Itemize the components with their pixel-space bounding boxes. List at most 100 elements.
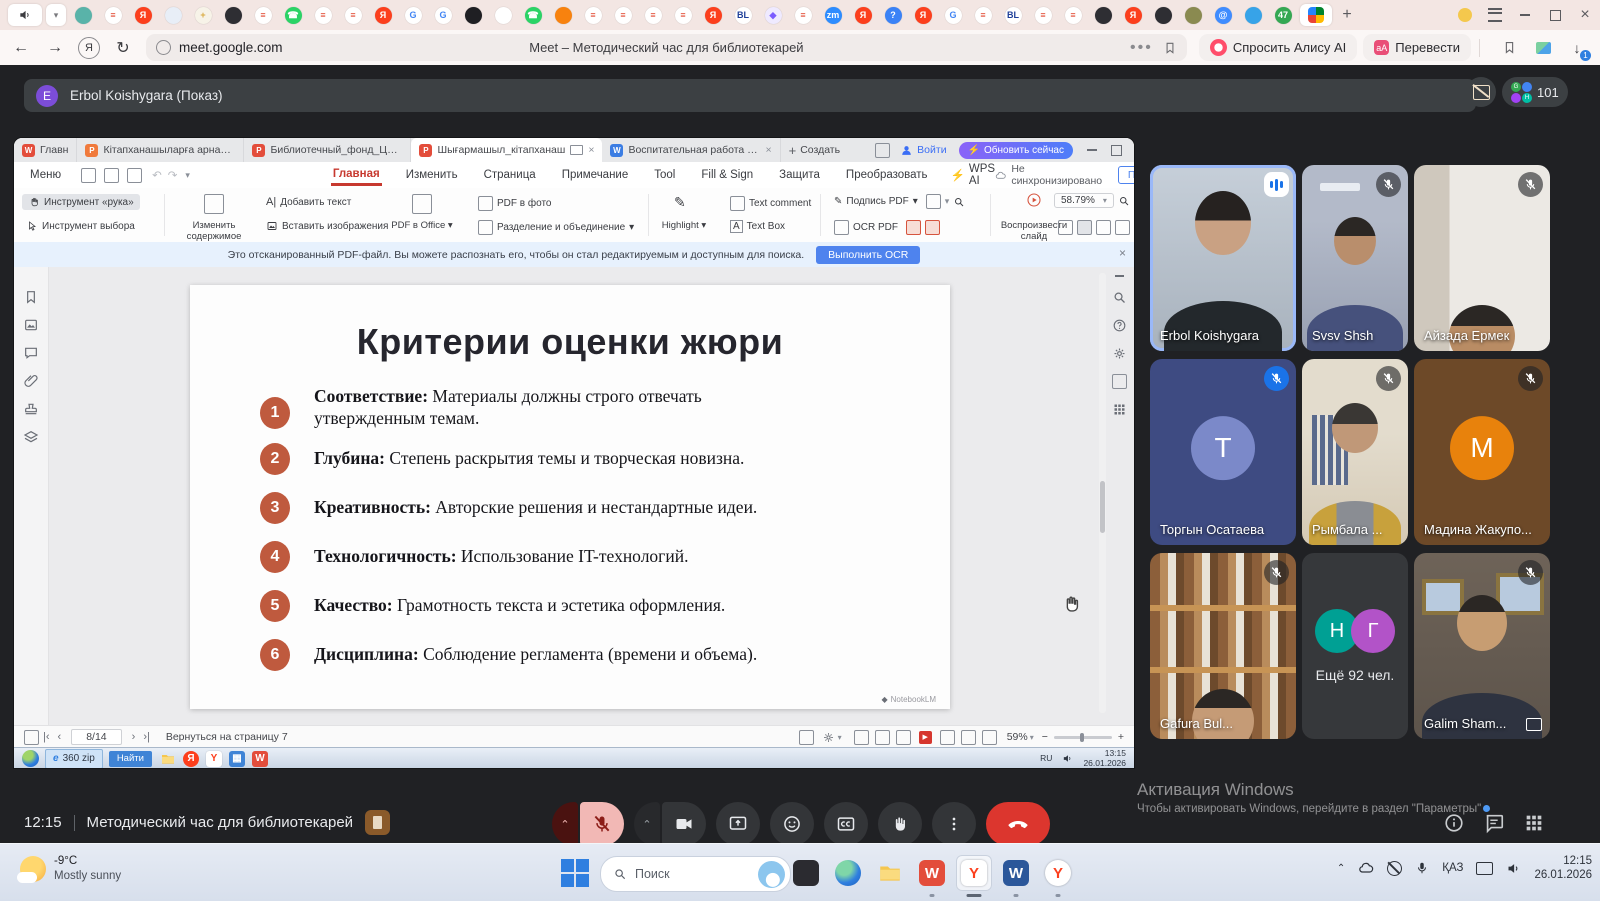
browser-tab[interactable]: ≡ (640, 4, 666, 26)
leave-call-button[interactable] (986, 802, 1050, 846)
browser-tab[interactable]: zm (820, 4, 846, 26)
doc-tab[interactable]: W Воспитательная работа (1) (1).d × (602, 138, 780, 162)
browser-tab[interactable]: Я (130, 4, 156, 26)
browser-tab[interactable] (1240, 4, 1266, 26)
sign-pdf-button[interactable]: ✎Подпись PDF ▾ (830, 194, 922, 209)
next-page-button[interactable]: › (132, 731, 136, 743)
file-explorer-button[interactable] (872, 855, 908, 891)
inner-clock[interactable]: 13:1526.01.2026 (1083, 749, 1126, 768)
highlight-button[interactable]: Highlight ▾ (642, 220, 726, 231)
zoom-slider-thumb[interactable] (1080, 733, 1084, 742)
browser-tab[interactable] (1150, 4, 1176, 26)
edit-content-icon[interactable] (204, 194, 224, 214)
banner-close-icon[interactable]: × (1119, 246, 1126, 260)
browser-tab[interactable]: G (400, 4, 426, 26)
mic-options-chevron[interactable]: ⌃ (552, 802, 578, 846)
document-scrollbar[interactable] (1099, 273, 1106, 713)
browser-tab[interactable]: ≡ (250, 4, 276, 26)
chat-panel-icon[interactable] (1483, 812, 1505, 834)
browser-tab[interactable]: ≡ (100, 4, 126, 26)
find-icon[interactable] (953, 196, 965, 208)
browser-tab[interactable]: ≡ (340, 4, 366, 26)
minimize-window-button[interactable] (1510, 4, 1540, 26)
tray-mic-icon[interactable] (1415, 861, 1429, 875)
fit-page-view-icon[interactable] (1096, 220, 1111, 235)
participants-count-pill[interactable]: GH 101 (1502, 77, 1568, 107)
downloads-button[interactable]: ↓ 1 (1564, 35, 1590, 61)
browser-tab[interactable] (490, 4, 516, 26)
tab-list-chevron[interactable]: ▾ (46, 4, 66, 26)
more-participants-tile[interactable]: Н Г Ещё 92 чел. (1302, 553, 1408, 739)
previous-page-button[interactable]: ‹ (58, 731, 62, 743)
zoom-level-dropdown[interactable]: 58.79%▾ (1054, 193, 1114, 208)
tab-close-icon[interactable]: × (765, 144, 771, 156)
pdf-to-photo-button[interactable]: PDF в фото (474, 194, 555, 213)
participant-tile[interactable]: Gafura Bul... (1150, 553, 1296, 739)
ribbon-tab[interactable]: Примечание (560, 166, 631, 184)
meeting-details-icon[interactable] (1443, 812, 1465, 834)
find-button[interactable]: Найти (109, 751, 152, 767)
hand-tool-button[interactable]: Инструмент «рука» (22, 194, 140, 210)
activities-grid-icon[interactable] (1523, 812, 1545, 834)
ribbon-tab[interactable]: Главная (331, 165, 382, 186)
participant-tile[interactable]: М Мадина Жакупо... (1414, 359, 1550, 545)
browser-tab[interactable]: G (940, 4, 966, 26)
export-icon[interactable] (799, 730, 814, 745)
ribbon-tab[interactable]: Изменить (404, 166, 460, 184)
browser-tab[interactable]: Я (1120, 4, 1146, 26)
run-ocr-button[interactable]: Выполнить OCR (816, 246, 920, 264)
participant-tile[interactable]: Svsv Shsh (1302, 165, 1408, 351)
stamps-panel-icon[interactable] (23, 401, 39, 417)
tab-meet-active[interactable] (1300, 4, 1332, 26)
wps-restore-icon[interactable] (1111, 145, 1122, 156)
settings-gear-icon[interactable] (1112, 346, 1127, 361)
inner-lang[interactable]: RU (1040, 754, 1052, 764)
ribbon-tab[interactable]: Tool (652, 166, 677, 184)
folder-icon[interactable] (160, 751, 176, 767)
browser-tab[interactable] (160, 4, 186, 26)
weather-widget[interactable]: -9°CMostly sunny (20, 854, 121, 884)
browser-tab[interactable]: ≡ (1030, 4, 1056, 26)
browser-tab[interactable]: Я (700, 4, 726, 26)
browser-tab[interactable]: ☎ (520, 4, 546, 26)
browser-tab[interactable]: ? (880, 4, 906, 26)
wps-ai-tab[interactable]: ⚡ WPS AI (951, 163, 996, 187)
doc-tab[interactable]: P Библиотечный_фонд_Цифровая_м (244, 138, 411, 162)
wps-menu-label[interactable]: Меню (30, 169, 61, 181)
present-button[interactable] (716, 802, 760, 846)
insert-image-button[interactable]: Вставить изображения (262, 218, 392, 234)
fullwidth-icon[interactable] (961, 730, 976, 745)
login-button[interactable]: Войти (900, 144, 946, 157)
onedrive-icon[interactable] (1358, 860, 1374, 876)
browser-tab[interactable]: Я (370, 4, 396, 26)
yandex-app-icon[interactable]: Я (183, 751, 199, 767)
edit-content-button[interactable]: Изменить содержимое (172, 220, 256, 242)
search-doc-icon[interactable] (1112, 290, 1127, 305)
scrollbar-thumb[interactable] (1100, 481, 1105, 533)
collapse-rail-icon[interactable] (1115, 275, 1124, 277)
clock[interactable]: 12:1526.01.2026 (1534, 854, 1592, 883)
browser-tab[interactable]: Я (910, 4, 936, 26)
first-page-button[interactable]: |‹ (43, 731, 50, 743)
browser-tab[interactable]: BL (1000, 4, 1026, 26)
play-slide-icon[interactable] (1026, 192, 1042, 208)
doc-tab[interactable]: W Главн (14, 138, 77, 162)
attachments-panel-icon[interactable] (23, 373, 39, 389)
restore-window-button[interactable] (1540, 4, 1570, 26)
text-comment-button[interactable]: Text comment (726, 194, 815, 213)
split-merge-button[interactable]: Разделение и объединение ▾ (474, 218, 638, 237)
browser-tab[interactable]: 47 (1270, 4, 1296, 26)
word-button[interactable]: W (998, 855, 1034, 891)
doc-tab-active[interactable]: P Шығармашыл_кітапханаш × (411, 138, 602, 162)
ribbon-tab[interactable]: Fill & Sign (699, 166, 755, 184)
captions-button[interactable] (824, 802, 868, 846)
rotate-icon[interactable] (940, 730, 955, 745)
pdf-to-office-button[interactable]: PDF в Office ▾ (380, 220, 464, 231)
zip-app-button[interactable]: e 360 zip (45, 749, 103, 769)
yandex-browser-button[interactable]: Y (956, 855, 992, 891)
layout-disabled-button[interactable] (1466, 77, 1496, 107)
site-info-icon[interactable] (156, 40, 171, 55)
toolbar-options-chevron[interactable]: ▾ (185, 170, 190, 181)
bookmarks-panel-icon[interactable] (23, 289, 39, 305)
highlight-pen-icon[interactable]: ✎ (674, 194, 686, 211)
